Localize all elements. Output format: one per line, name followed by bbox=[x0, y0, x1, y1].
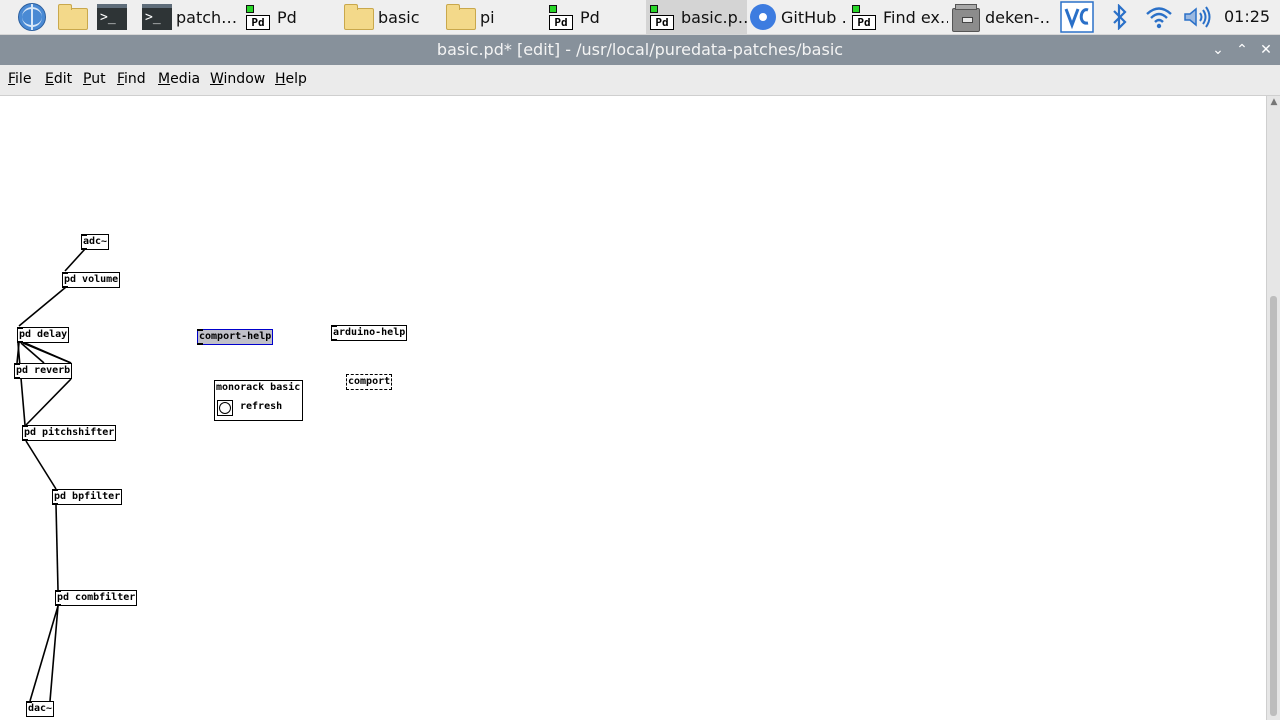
connection-pitchshifter-bpfilter bbox=[25, 440, 57, 490]
refresh-bang-button[interactable] bbox=[217, 400, 233, 416]
taskbar-window-basic-folder[interactable]: basic bbox=[344, 0, 442, 34]
menu-help[interactable]: Help bbox=[275, 65, 307, 93]
wifi-tray-button[interactable] bbox=[1142, 0, 1176, 34]
puredata-icon: Pd bbox=[850, 3, 878, 31]
taskbar-window-label: patch… bbox=[176, 7, 238, 27]
connection-delay-pitchshifter bbox=[17, 342, 26, 426]
folder-icon bbox=[344, 4, 374, 30]
volume-tray-button[interactable] bbox=[1180, 0, 1214, 34]
menu-put[interactable]: Put bbox=[83, 65, 106, 93]
taskbar-window-pd-2[interactable]: Pd Pd bbox=[547, 0, 645, 34]
taskbar-launcher-browser[interactable] bbox=[18, 0, 52, 34]
window-titlebar[interactable]: basic.pd* [edit] - /usr/local/puredata-p… bbox=[0, 35, 1280, 65]
taskbar: >_ >_ patch… Pd Pd basic pi Pd Pd Pd bas… bbox=[0, 0, 1280, 35]
object-pd-reverb[interactable]: pd reverb bbox=[14, 363, 73, 379]
minimize-button[interactable]: ⌄ bbox=[1207, 35, 1229, 65]
volume-icon bbox=[1184, 6, 1211, 28]
object-pd-pitchshifter[interactable]: pd pitchshifter bbox=[22, 425, 117, 441]
connection-reverb-pitchshifter bbox=[25, 378, 72, 426]
menu-find[interactable]: Find bbox=[117, 65, 146, 93]
taskbar-launcher-files[interactable] bbox=[58, 0, 94, 34]
taskbar-window-label: Find ex… bbox=[883, 7, 948, 27]
connection-adc-volume bbox=[64, 248, 86, 272]
bluetooth-tray-button[interactable] bbox=[1106, 0, 1134, 34]
object-pd-combfilter[interactable]: pd combfilter bbox=[55, 590, 138, 606]
puredata-icon: Pd bbox=[547, 3, 575, 31]
object-dac[interactable]: dac~ bbox=[26, 701, 55, 717]
taskbar-window-label: deken-… bbox=[985, 7, 1050, 27]
maximize-button[interactable]: ⌃ bbox=[1231, 35, 1253, 65]
taskbar-window-pi-folder[interactable]: pi bbox=[446, 0, 544, 34]
scroll-up-icon[interactable]: ▲ bbox=[1268, 96, 1280, 108]
subpatch-monorack-basic[interactable]: monorack basic refresh bbox=[214, 380, 303, 421]
object-pd-delay[interactable]: pd delay bbox=[17, 327, 70, 343]
taskbar-window-label: basic.p… bbox=[681, 7, 747, 27]
menubar: File Edit Put Find Media Window Help bbox=[0, 65, 1280, 96]
taskbar-window-basic-pd[interactable]: Pd basic.p… bbox=[646, 0, 747, 34]
archive-icon bbox=[952, 4, 980, 32]
terminal-icon: >_ bbox=[97, 4, 127, 30]
taskbar-window-label: pi bbox=[480, 7, 495, 27]
terminal-icon: >_ bbox=[142, 4, 172, 30]
menu-edit[interactable]: Edit bbox=[45, 65, 72, 93]
object-adc[interactable]: adc~ bbox=[81, 234, 110, 250]
object-pd-volume[interactable]: pd volume bbox=[62, 272, 121, 288]
taskbar-window-deken[interactable]: deken-… bbox=[952, 0, 1050, 34]
taskbar-window-label: basic bbox=[378, 7, 420, 27]
menu-media[interactable]: Media bbox=[158, 65, 200, 93]
folder-icon bbox=[446, 4, 476, 30]
object-arduino-help[interactable]: arduino-help bbox=[331, 325, 408, 341]
patch-connections bbox=[16, 248, 86, 702]
window-title: basic.pd* [edit] - /usr/local/puredata-p… bbox=[436, 40, 844, 59]
bluetooth-icon bbox=[1113, 4, 1127, 30]
puredata-icon: Pd bbox=[648, 3, 676, 31]
clock[interactable]: 01:25 bbox=[1224, 0, 1270, 34]
object-comport-broken[interactable]: comport bbox=[346, 374, 393, 390]
taskbar-window-terminal[interactable]: >_ patch… bbox=[142, 0, 240, 34]
taskbar-window-find-externals[interactable]: Pd Find ex… bbox=[850, 0, 948, 34]
taskbar-window-label: GitHub … bbox=[781, 7, 848, 27]
patch-canvas[interactable]: adc~ pd volume pd delay pd reverb pd pit… bbox=[0, 96, 1266, 720]
object-pd-bpfilter[interactable]: pd bpfilter bbox=[52, 489, 123, 505]
taskbar-launcher-terminal[interactable]: >_ bbox=[97, 0, 131, 34]
taskbar-window-label: Pd bbox=[580, 7, 600, 27]
taskbar-window-github[interactable]: GitHub … bbox=[750, 0, 848, 34]
vertical-scrollbar[interactable]: ▲ bbox=[1266, 96, 1280, 720]
subpatch-label: monorack basic bbox=[216, 382, 301, 393]
folder-icon bbox=[58, 4, 88, 30]
taskbar-window-label: Pd bbox=[277, 7, 297, 27]
connection-volume-delay bbox=[18, 286, 67, 327]
globe-icon bbox=[18, 3, 46, 31]
puredata-icon: Pd bbox=[244, 3, 272, 31]
close-button[interactable]: ✕ bbox=[1255, 35, 1277, 65]
object-comport-help[interactable]: comport-help bbox=[197, 329, 274, 345]
vnc-tray-button[interactable] bbox=[1059, 0, 1095, 34]
refresh-label: refresh bbox=[240, 401, 283, 412]
chromium-icon bbox=[750, 4, 776, 30]
taskbar-window-pd[interactable]: Pd Pd bbox=[244, 0, 340, 34]
scrollbar-thumb[interactable] bbox=[1270, 296, 1277, 716]
menu-file[interactable]: File bbox=[8, 65, 31, 93]
connection-bpfilter-combfilter bbox=[55, 504, 59, 591]
wifi-icon bbox=[1146, 7, 1172, 29]
menu-window[interactable]: Window bbox=[210, 65, 265, 93]
vnc-icon bbox=[1060, 1, 1094, 33]
